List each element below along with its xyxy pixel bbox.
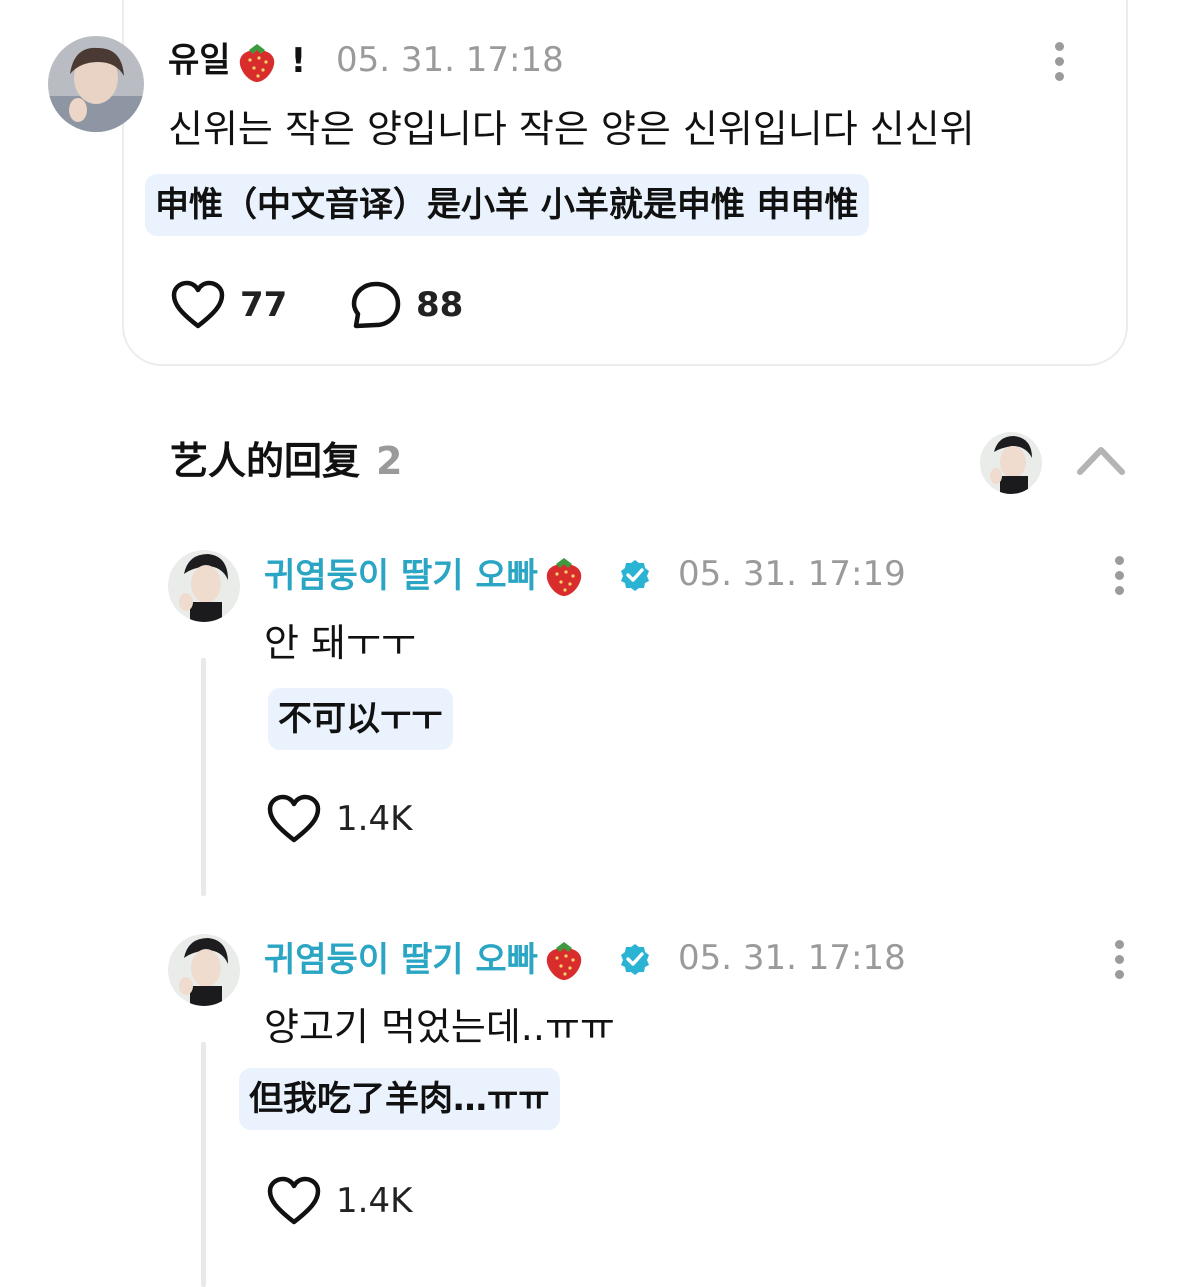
strawberry-emoji <box>546 558 582 596</box>
heart-icon <box>171 280 225 329</box>
reply-body: 양고기 먹었는데..ㅠㅠ <box>264 1005 615 1049</box>
strawberry-emoji <box>239 44 274 82</box>
artist-name[interactable]: 귀염둥이 딸기 오빠 <box>264 554 586 598</box>
heart-icon <box>267 794 321 843</box>
reply-like-count: 1.4K <box>336 1181 413 1221</box>
artist-avatar[interactable] <box>168 550 240 622</box>
artist-name[interactable]: 귀염둥이 딸기 오빠 <box>264 938 586 982</box>
verified-badge-icon <box>621 944 649 975</box>
reply-translation: 不可以ㅜㅜ <box>268 688 453 750</box>
verified-badge-icon <box>621 560 649 591</box>
more-options-icon[interactable] <box>1052 42 1066 82</box>
post-translation: 申惟（中文音译）是小羊 小羊就是申惟 申申惟 <box>145 174 869 236</box>
artist-replies-count: 2 <box>376 439 403 483</box>
more-options-icon[interactable] <box>1112 556 1126 596</box>
comment-button[interactable]: 88 <box>350 280 463 330</box>
fan-username[interactable]: 유일! <box>168 40 306 84</box>
reply-like-button[interactable]: 1.4K <box>266 1176 412 1226</box>
post-timestamp: 05. 31. 17:18 <box>336 40 564 80</box>
reply-thread-line <box>201 1042 206 1287</box>
artist-avatar[interactable] <box>168 934 240 1006</box>
chevron-up-icon <box>1077 447 1125 475</box>
reply-body: 안 돼ㅜㅜ <box>264 621 416 665</box>
fan-avatar[interactable] <box>48 36 144 132</box>
heart-icon <box>267 1176 321 1225</box>
reply-like-button[interactable]: 1.4K <box>266 794 412 844</box>
reply-like-count: 1.4K <box>336 799 413 839</box>
like-button[interactable]: 77 <box>170 280 287 330</box>
comment-count: 88 <box>416 285 464 325</box>
strawberry-emoji <box>546 942 582 980</box>
reply-thread-line <box>201 658 206 896</box>
collapse-replies-button[interactable] <box>1074 440 1128 480</box>
more-options-icon[interactable] <box>1112 940 1126 980</box>
artist-replies-header: 艺人的回复 2 <box>170 439 403 483</box>
post-body: 신위는 작은 양입니다 작은 양은 신위입니다 신신위 <box>168 107 975 151</box>
like-count: 77 <box>240 285 288 325</box>
reply-timestamp: 05. 31. 17:18 <box>678 938 906 978</box>
comment-bubble-icon <box>351 281 401 329</box>
reply-translation: 但我吃了羊肉…ㅠㅠ <box>239 1068 560 1130</box>
reply-timestamp: 05. 31. 17:19 <box>678 554 906 594</box>
artist-avatar-small[interactable] <box>980 432 1042 494</box>
comment-thread-page: 유일! 05. 31. 17:18 신위는 작은 양입니다 작은 양은 신위입니… <box>0 0 1179 1287</box>
